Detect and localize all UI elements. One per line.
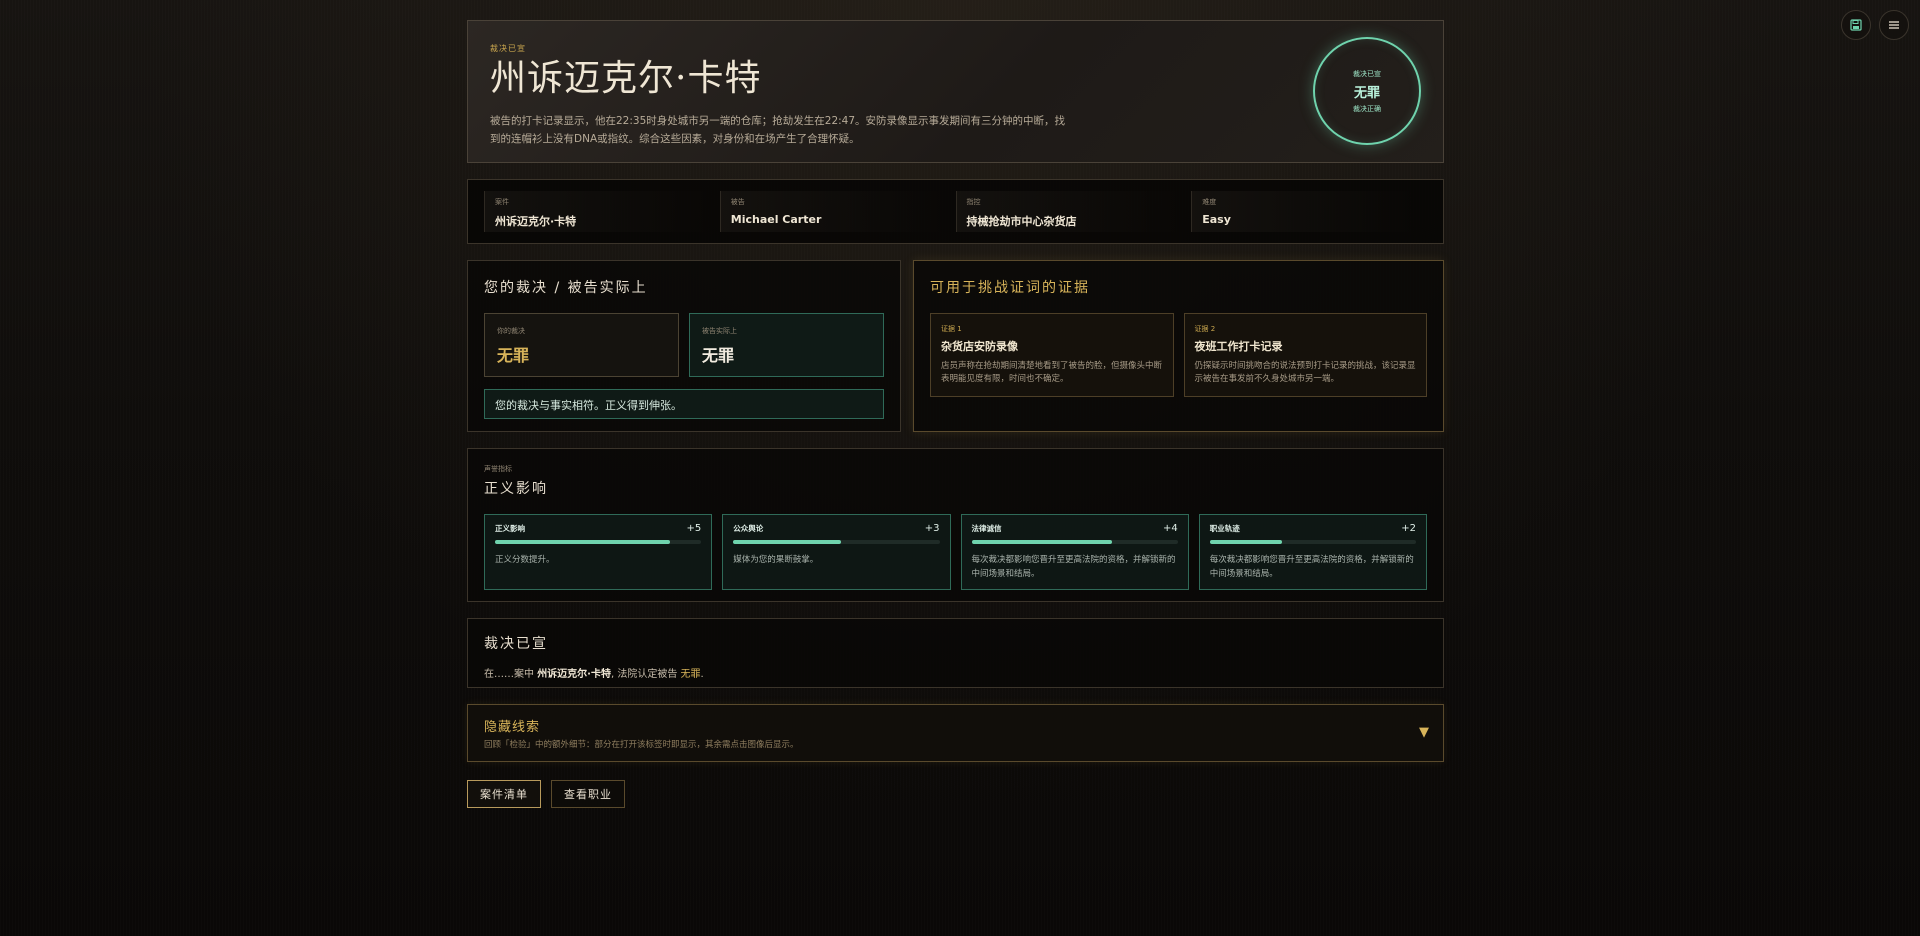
announcement-suffix: . <box>700 669 704 680</box>
announcement-title: 裁决已宣 <box>484 636 548 652</box>
meter-bar <box>733 540 940 544</box>
case-info-strip: 案件 州诉迈克尔·卡特 被告 Michael Carter 指控 持械抢劫市中心… <box>467 179 1444 244</box>
stamp-verdict: 无罪 <box>1353 85 1380 101</box>
meter-points: +3 <box>924 523 940 534</box>
info-value: Michael Carter <box>730 213 822 226</box>
impact-meter: 正义影响 +5 正义分数提升。 <box>484 514 713 590</box>
announcement-middle: , 法院认定被告 <box>611 669 678 680</box>
impact-title: 正义影响 <box>484 481 548 497</box>
meter-description: 每次裁决都影响您晋升至更高法院的资格，并解锁新的中间场景和结局。 <box>1209 555 1414 579</box>
hidden-clues-description: 回顾「检验」中的额外细节：部分在打开该标签时即显示，其余需点击图像后显示。 <box>484 740 799 750</box>
impact-meter: 法律诚信 +4 每次裁决都影响您晋升至更高法院的资格，并解锁新的中间场景和结局。 <box>960 514 1189 590</box>
impact-kicker: 声誉指标 <box>484 465 512 473</box>
evidence-panel: 可用于挑战证词的证据 证据 1 杂货店安防录像 店员声称在抢劫期间清楚地看到了被… <box>913 260 1444 432</box>
stamp-top-text: 裁决已宣 <box>1353 69 1381 78</box>
your-verdict-value: 无罪 <box>497 346 530 365</box>
case-header: 裁决已宣 州诉迈克尔·卡特 被告的打卡记录显示，他在22:35时身处城市另一端的… <box>467 20 1444 163</box>
meter-description: 媒体为您的果断鼓掌。 <box>733 555 819 565</box>
evidence-card-title: 杂货店安防录像 <box>941 340 1018 353</box>
evidence-card-description: 店员声称在抢劫期间清楚地看到了被告的脸，但摄像头中断表明能见度有限，时间也不确定… <box>941 361 1163 384</box>
impact-meter: 职业轨迹 +2 每次裁决都影响您晋升至更高法院的资格，并解锁新的中间场景和结局。 <box>1198 514 1427 590</box>
case-list-button[interactable]: 案件清单 <box>467 780 541 808</box>
your-verdict-label: 你的裁决 <box>497 327 525 335</box>
announcement-prefix: 在……案中 <box>484 669 534 680</box>
meter-description: 每次裁决都影响您晋升至更高法院的资格，并解锁新的中间场景和结局。 <box>971 555 1176 579</box>
meter-description: 正义分数提升。 <box>495 555 555 565</box>
hidden-clues-toggle[interactable]: 隐藏线索 回顾「检验」中的额外细节：部分在打开该标签时即显示，其余需点击图像后显… <box>467 704 1444 762</box>
verdict-stamp: 裁决已宣 无罪 裁决正确 <box>1313 37 1421 145</box>
case-title: 州诉迈克尔·卡特 <box>490 58 762 99</box>
main-content: 裁决已宣 州诉迈克尔·卡特 被告的打卡记录显示，他在22:35时身处城市另一端的… <box>467 20 1444 808</box>
info-value: 持械抢劫市中心杂货店 <box>966 215 1077 228</box>
info-difficulty: 难度 Easy <box>1191 191 1417 232</box>
meter-bar-fill <box>733 540 841 544</box>
save-button[interactable] <box>1841 10 1871 40</box>
announcement-body: 在……案中 州诉迈克尔·卡特, 法院认定被告 无罪. <box>484 665 1427 680</box>
info-case: 案件 州诉迈克尔·卡特 <box>484 191 710 232</box>
justice-impact-panel: 声誉指标 正义影响 正义影响 +5 正义分数提升。 公众舆论 +3 媒体为您的果… <box>467 448 1444 602</box>
save-icon <box>1850 19 1862 31</box>
info-charge: 指控 持械抢劫市中心杂货店 <box>955 191 1182 232</box>
info-label: 被告 <box>730 198 745 206</box>
meter-points: +2 <box>1401 523 1416 534</box>
meter-name: 公众舆论 <box>733 524 764 533</box>
info-label: 难度 <box>1202 198 1217 206</box>
meter-points: +5 <box>686 523 702 534</box>
meter-bar <box>971 540 1178 544</box>
meter-bar-fill <box>971 540 1112 544</box>
announcement-case-name: 州诉迈克尔·卡特 <box>537 669 611 680</box>
hidden-clues-title: 隐藏线索 <box>484 720 541 735</box>
evidence-label: 证据 1 <box>941 325 962 333</box>
actual-verdict-box: 被告实际上 无罪 <box>689 313 884 377</box>
verdict-kicker: 裁决已宣 <box>490 44 526 53</box>
evidence-card[interactable]: 证据 1 杂货店安防录像 店员声称在抢劫期间清楚地看到了被告的脸，但摄像头中断表… <box>930 313 1174 397</box>
impact-meter: 公众舆论 +3 媒体为您的果断鼓掌。 <box>722 514 951 590</box>
meter-bar-fill <box>495 540 671 544</box>
meter-bar-fill <box>1209 540 1282 544</box>
meter-name: 职业轨迹 <box>1209 524 1240 533</box>
verdict-announcement: 裁决已宣 在……案中 州诉迈克尔·卡特, 法院认定被告 无罪. <box>467 618 1444 688</box>
caret-down-icon[interactable]: ▼ <box>1419 725 1429 740</box>
evidence-card[interactable]: 证据 2 夜班工作打卡记录 仍探疑示时间挑吻合的说法预到打卡记录的挑战，该记录显… <box>1183 313 1427 397</box>
info-label: 指控 <box>966 198 981 206</box>
evidence-label: 证据 2 <box>1194 325 1216 333</box>
meter-name: 法律诚信 <box>971 524 1002 533</box>
verdict-match-message: 您的裁决与事实相符。正义得到伸张。 <box>484 389 884 419</box>
info-label: 案件 <box>495 198 509 206</box>
menu-button[interactable] <box>1879 10 1909 40</box>
evidence-card-description: 仍探疑示时间挑吻合的说法预到打卡记录的挑战，该记录显示被告在事发前不久身处城市另… <box>1194 361 1416 384</box>
evidence-card-title: 夜班工作打卡记录 <box>1194 340 1283 353</box>
info-defendant: 被告 Michael Carter <box>719 191 946 232</box>
your-verdict-box: 你的裁决 无罪 <box>484 313 679 377</box>
meter-bar <box>495 540 702 544</box>
info-value: 州诉迈克尔·卡特 <box>495 215 577 228</box>
info-value: Easy <box>1202 213 1231 226</box>
meter-name: 正义影响 <box>495 524 525 533</box>
view-career-button[interactable]: 查看职业 <box>551 780 625 808</box>
verdict-comparison-title: 您的裁决 / 被告实际上 <box>484 280 648 296</box>
announcement-verdict: 无罪 <box>680 669 701 680</box>
actual-verdict-label: 被告实际上 <box>702 327 737 335</box>
hamburger-menu-icon <box>1888 19 1900 31</box>
verdict-comparison-panel: 您的裁决 / 被告实际上 你的裁决 无罪 被告实际上 无罪 您的裁决与事实相符。… <box>467 260 901 432</box>
meter-points: +4 <box>1163 523 1178 534</box>
meter-bar <box>1209 540 1416 544</box>
actual-verdict-value: 无罪 <box>702 346 735 365</box>
stamp-bottom-text: 裁决正确 <box>1353 104 1381 113</box>
evidence-title: 可用于挑战证词的证据 <box>930 280 1090 296</box>
case-description: 被告的打卡记录显示，他在22:35时身处城市另一端的仓库；抢劫发生在22:47。… <box>490 115 1066 145</box>
